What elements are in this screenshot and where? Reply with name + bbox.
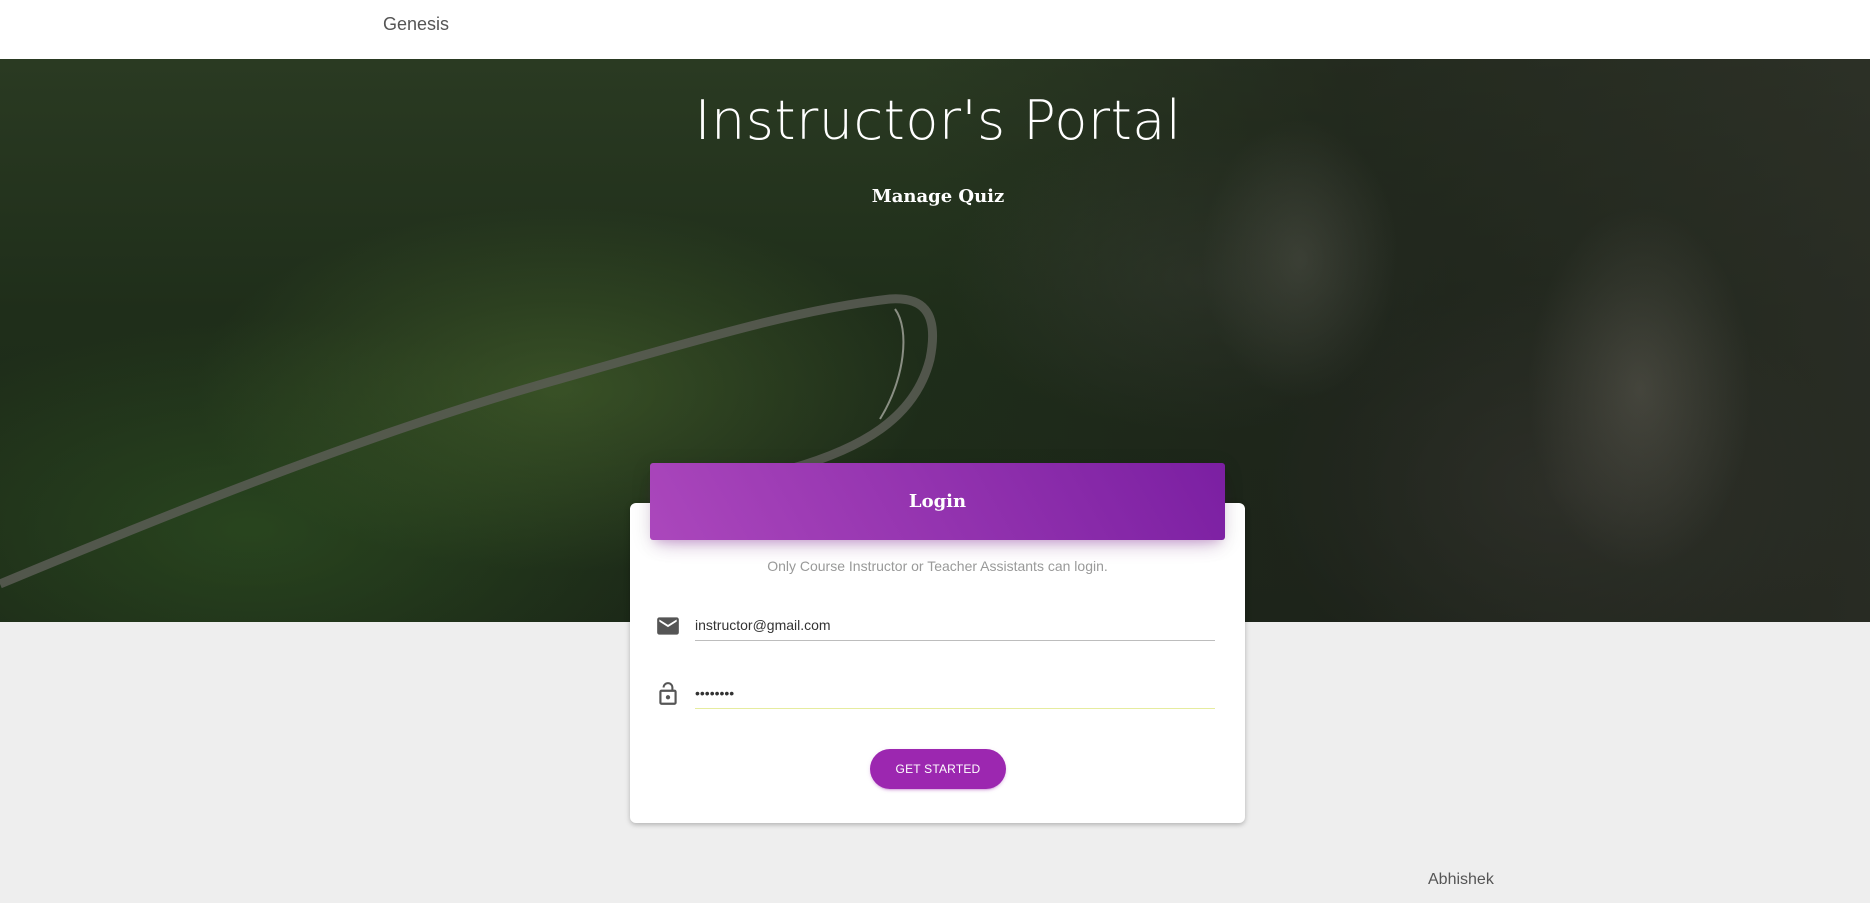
email-input[interactable]	[695, 609, 1215, 641]
password-input[interactable]	[695, 677, 1215, 709]
login-card-title: Login	[908, 491, 967, 512]
password-field-row	[655, 677, 1215, 713]
page-title: Instructor's Portal	[694, 89, 1182, 152]
brand-link[interactable]: Genesis	[383, 14, 449, 35]
page-subtitle: Manage Quiz	[871, 186, 1005, 207]
password-underline	[695, 708, 1215, 709]
email-underline	[695, 640, 1215, 641]
footer-credit: Abhishek	[1428, 871, 1494, 888]
navbar: Genesis	[0, 0, 1870, 59]
login-description: Only Course Instructor or Teacher Assist…	[767, 558, 1108, 574]
mail-icon	[655, 613, 681, 639]
lock-icon	[655, 681, 681, 707]
login-card-header: Login	[650, 463, 1225, 540]
get-started-button[interactable]: GET STARTED	[870, 749, 1006, 789]
email-field-row	[655, 609, 1215, 645]
